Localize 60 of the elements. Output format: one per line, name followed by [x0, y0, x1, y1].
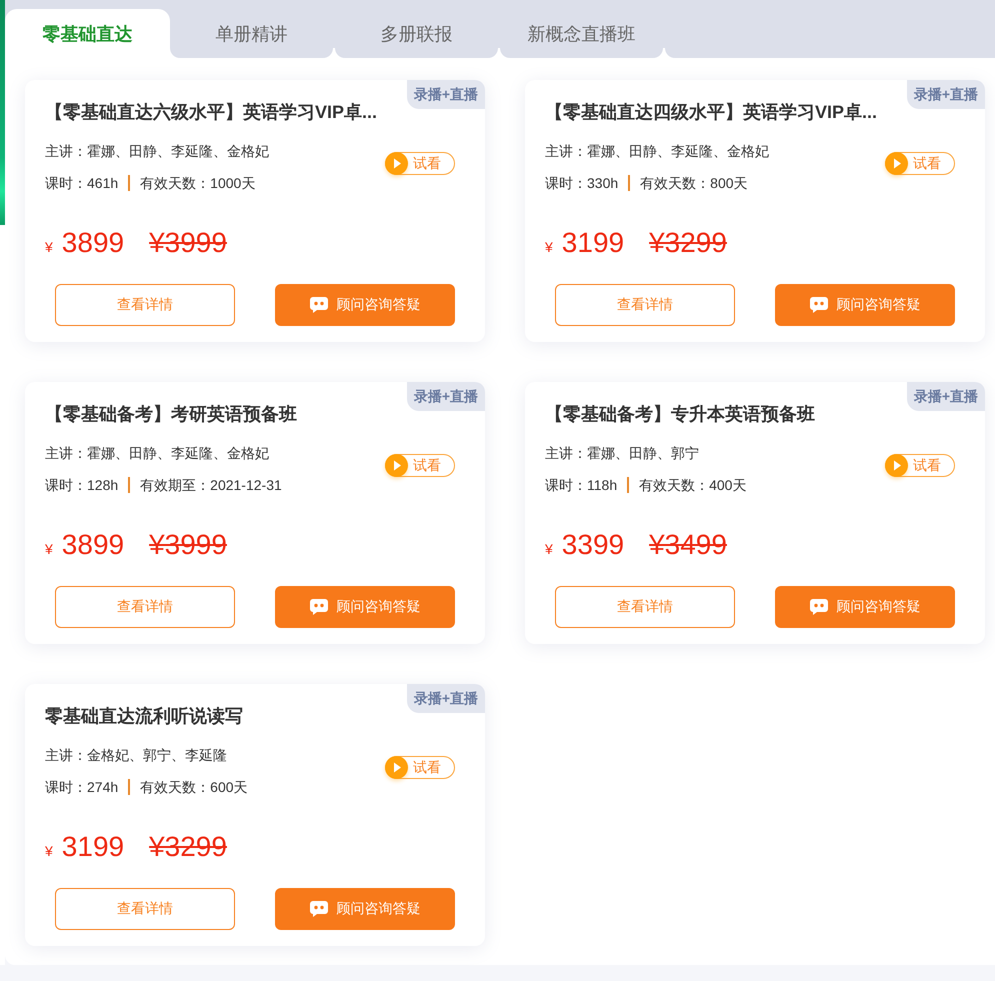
chat-bubble-icon — [310, 599, 328, 615]
play-icon — [885, 454, 908, 477]
currency-symbol: ¥ — [545, 238, 553, 257]
details-button[interactable]: 查看详情 — [555, 284, 736, 326]
original-price: ¥3299 — [149, 831, 227, 863]
currency-symbol: ¥ — [45, 238, 53, 257]
preview-button[interactable]: 试看 — [385, 454, 455, 477]
play-icon — [385, 152, 408, 175]
currency-symbol: ¥ — [45, 540, 53, 559]
preview-button[interactable]: 试看 — [885, 152, 955, 175]
chat-bubble-icon — [310, 297, 328, 313]
teacher-list: 主讲：金格妃、郭宁、李延隆 — [45, 745, 248, 765]
details-button[interactable]: 查看详情 — [55, 586, 236, 628]
course-hours: 课时：118h — [545, 476, 618, 495]
validity-period: 有效天数：600天 — [140, 778, 248, 797]
teacher-list: 主讲：霍娜、田静、李延隆、金格妃 — [45, 141, 269, 161]
sale-price: 3199 — [62, 831, 124, 863]
preview-button[interactable]: 试看 — [385, 756, 455, 779]
original-price: ¥3999 — [149, 529, 227, 561]
validity-period: 有效天数：800天 — [640, 174, 748, 193]
course-type-badge: 录播+直播 — [906, 80, 985, 109]
consult-button[interactable]: 顾问咨询答疑 — [275, 284, 455, 326]
course-hours: 课时：330h — [545, 174, 618, 193]
course-type-badge: 录播+直播 — [406, 684, 485, 713]
chat-bubble-icon — [810, 599, 828, 615]
details-button[interactable]: 查看详情 — [55, 284, 236, 326]
currency-symbol: ¥ — [45, 842, 53, 861]
course-hours: 课时：128h — [45, 476, 118, 495]
chat-bubble-icon — [810, 297, 828, 313]
play-icon — [385, 756, 408, 779]
details-button[interactable]: 查看详情 — [55, 888, 236, 930]
sale-price: 3899 — [62, 529, 124, 561]
course-type-badge: 录播+直播 — [406, 80, 485, 109]
validity-period: 有效天数：1000天 — [140, 174, 256, 193]
teacher-list: 主讲：霍娜、田静、李延隆、金格妃 — [45, 443, 282, 463]
sale-price: 3399 — [562, 529, 624, 561]
course-hours: 课时：274h — [45, 778, 118, 797]
currency-symbol: ¥ — [545, 540, 553, 559]
consult-button[interactable]: 顾问咨询答疑 — [275, 888, 455, 930]
play-icon — [385, 454, 408, 477]
original-price: ¥3999 — [149, 227, 227, 259]
consult-button[interactable]: 顾问咨询答疑 — [775, 284, 955, 326]
course-type-badge: 录播+直播 — [906, 382, 985, 411]
consult-button[interactable]: 顾问咨询答疑 — [275, 586, 455, 628]
original-price: ¥3499 — [649, 529, 727, 561]
sale-price: 3199 — [562, 227, 624, 259]
course-hours: 课时：461h — [45, 174, 118, 193]
teacher-list: 主讲：霍娜、田静、李延隆、金格妃 — [545, 141, 769, 161]
sale-price: 3899 — [62, 227, 124, 259]
preview-button[interactable]: 试看 — [385, 152, 455, 175]
chat-bubble-icon — [310, 901, 328, 917]
consult-button[interactable]: 顾问咨询答疑 — [775, 586, 955, 628]
play-icon — [885, 152, 908, 175]
course-type-badge: 录播+直播 — [406, 382, 485, 411]
teacher-list: 主讲：霍娜、田静、郭宁 — [545, 443, 746, 463]
preview-button[interactable]: 试看 — [885, 454, 955, 477]
details-button[interactable]: 查看详情 — [555, 586, 736, 628]
original-price: ¥3299 — [649, 227, 727, 259]
validity-period: 有效期至：2021-12-31 — [140, 476, 282, 495]
validity-period: 有效天数：400天 — [639, 476, 746, 495]
